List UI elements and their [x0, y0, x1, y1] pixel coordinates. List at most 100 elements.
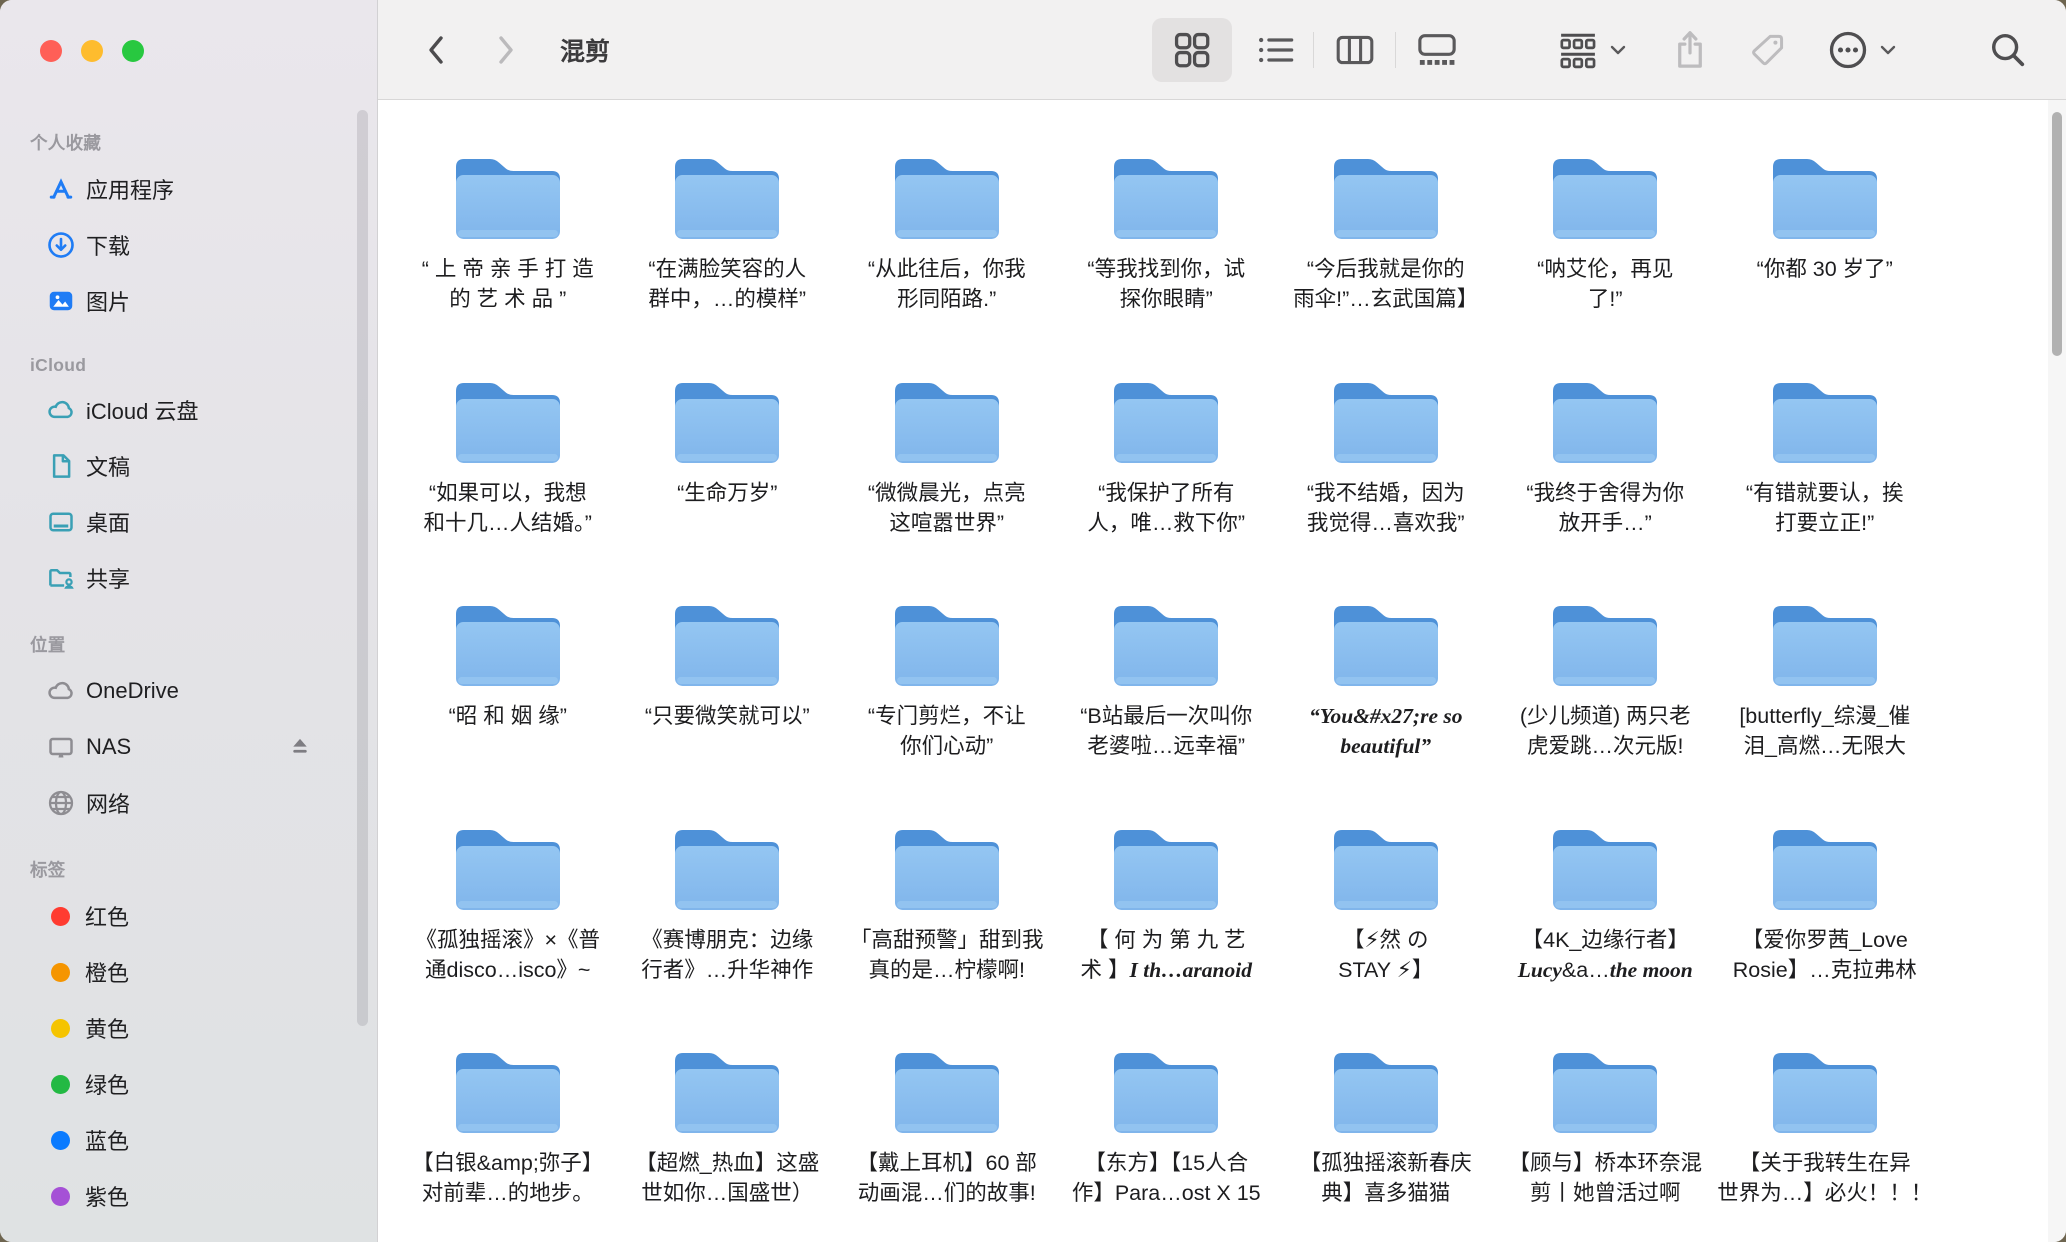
- folder-item[interactable]: 【顾与】桥本环奈混剪丨她曾活过啊: [1496, 1044, 1716, 1242]
- sidebar-item-onedrive-cloud[interactable]: OneDrive: [0, 663, 377, 719]
- group-by-button[interactable]: [1554, 0, 1602, 100]
- sidebar-item-desktop[interactable]: 桌面: [0, 494, 377, 550]
- list-view-icon: [1256, 30, 1296, 70]
- minimize-window-button[interactable]: [81, 40, 103, 62]
- sidebar-item-label: 红色: [85, 900, 129, 932]
- sidebar-item-shared-folder[interactable]: 共享: [0, 550, 377, 606]
- folder-name: 【关于我转生在异世界为…】必火！！！: [1717, 1148, 1932, 1208]
- folder-icon: [888, 597, 1006, 693]
- folder-icon: [668, 374, 786, 470]
- sidebar-item-icloud-drive[interactable]: iCloud 云盘: [0, 382, 377, 438]
- folder-name: “昭 和 姻 缘”: [449, 701, 567, 731]
- sidebar-item-network-globe[interactable]: 网络: [0, 775, 377, 831]
- folder-item[interactable]: “You&#x27;re sobeautiful”: [1276, 597, 1496, 821]
- folder-icon: [1327, 1044, 1445, 1140]
- sidebar-scrollbar[interactable]: [357, 110, 368, 1026]
- folder-item[interactable]: “我不结婚，因为我觉得…喜欢我”: [1276, 374, 1496, 598]
- folder-item[interactable]: “等我找到你，试探你眼睛”: [1057, 150, 1277, 374]
- folder-item[interactable]: 【爱你罗茜_LoveRosie】…克拉弗林: [1715, 821, 1935, 1045]
- folder-name: “从此往后，你我形同陌路.”: [868, 254, 1026, 314]
- tag-color-dot: [51, 907, 70, 926]
- more-actions-button[interactable]: [1824, 0, 1872, 100]
- folder-item[interactable]: “昭 和 姻 缘”: [398, 597, 618, 821]
- tag-color-dot: [51, 1131, 70, 1150]
- folder-name: (少儿频道) 两只老虎爱跳…次元版!: [1520, 701, 1691, 761]
- folder-item[interactable]: 【戴上耳机】60 部动画混…们的故事!: [837, 1044, 1057, 1242]
- folder-item[interactable]: “呐艾伦，再见了!”: [1496, 150, 1716, 374]
- sidebar-item-display[interactable]: NAS: [0, 719, 377, 775]
- folder-item[interactable]: “你都 30 岁了”: [1715, 150, 1935, 374]
- folder-name: “有错就要认，挨打要立正!”: [1746, 478, 1904, 538]
- folder-item[interactable]: 【孤独摇滚新春庆典】喜多猫猫: [1276, 1044, 1496, 1242]
- folder-item[interactable]: “我保护了所有人，唯…救下你”: [1057, 374, 1277, 598]
- sidebar-item-tag-绿色[interactable]: 绿色: [0, 1056, 377, 1112]
- tags-button[interactable]: [1744, 0, 1792, 100]
- sidebar-item-download[interactable]: 下载: [0, 217, 377, 273]
- folder-item[interactable]: “微微晨光，点亮这喧嚣世界”: [837, 374, 1057, 598]
- folder-item[interactable]: “专门剪烂，不让你们心动”: [837, 597, 1057, 821]
- sidebar-item-photos[interactable]: 图片: [0, 273, 377, 329]
- folder-item[interactable]: “从此往后，你我形同陌路.”: [837, 150, 1057, 374]
- sidebar-item-tag-蓝色[interactable]: 蓝色: [0, 1112, 377, 1168]
- sidebar-sections: 个人收藏应用程序下载图片iCloudiCloud 云盘文稿桌面共享位置OneDr…: [0, 104, 377, 1224]
- folder-name: “如果可以，我想和十几…人结婚。”: [424, 478, 592, 538]
- folder-item[interactable]: “在满脸笑容的人群中，…的模样”: [618, 150, 838, 374]
- content-scrollbar-thumb[interactable]: [2052, 112, 2062, 356]
- folder-item[interactable]: 【关于我转生在异世界为…】必火！！！: [1715, 1044, 1935, 1242]
- folder-item[interactable]: “我终于舍得为你放开手…”: [1496, 374, 1716, 598]
- folder-item[interactable]: 【东方】【15人合作】Para…ost X 15: [1057, 1044, 1277, 1242]
- tag-color-dot: [51, 963, 70, 982]
- icon-view-button[interactable]: [1152, 0, 1232, 100]
- sidebar-item-appstore[interactable]: 应用程序: [0, 161, 377, 217]
- share-button[interactable]: [1666, 0, 1714, 100]
- folder-item[interactable]: “B站最后一次叫你老婆啦…远幸福”: [1057, 597, 1277, 821]
- window-title: 混剪: [560, 0, 610, 100]
- close-window-button[interactable]: [40, 40, 62, 62]
- folder-item[interactable]: (少儿频道) 两只老虎爱跳…次元版!: [1496, 597, 1716, 821]
- onedrive-cloud-icon: [44, 674, 78, 708]
- folder-icon: [1766, 150, 1884, 246]
- sidebar-item-tag-黄色[interactable]: 黄色: [0, 1000, 377, 1056]
- folder-icon: [449, 821, 567, 917]
- sidebar-item-tag-紫色[interactable]: 紫色: [0, 1168, 377, 1224]
- folder-item[interactable]: 【超燃_热血】这盛世如你…国盛世）: [618, 1044, 838, 1242]
- toolbar-separator: [1395, 32, 1396, 68]
- group-by-chevron[interactable]: [1604, 0, 1632, 100]
- eject-icon[interactable]: [287, 734, 313, 760]
- folder-item[interactable]: [butterfly_综漫_催泪_高燃…无限大: [1715, 597, 1935, 821]
- folder-item[interactable]: 【4K_边缘行者】Lucy&a…the moon: [1496, 821, 1716, 1045]
- more-actions-chevron[interactable]: [1874, 0, 1902, 100]
- folder-item[interactable]: “生命万岁”: [618, 374, 838, 598]
- folder-item[interactable]: 「高甜预警」甜到我真的是…柠檬啊!: [837, 821, 1057, 1045]
- list-view-button[interactable]: [1236, 0, 1316, 100]
- sidebar-item-documents[interactable]: 文稿: [0, 438, 377, 494]
- sidebar-item-label: 紫色: [85, 1180, 129, 1212]
- folder-icon: [1107, 1044, 1225, 1140]
- folder-icon: [888, 150, 1006, 246]
- folder-item[interactable]: 【 何 为 第 九 艺术 】I th…aranoid: [1057, 821, 1277, 1045]
- folder-item[interactable]: 【白银&amp;弥子】对前辈…的地步。: [398, 1044, 618, 1242]
- folder-name: 【东方】【15人合作】Para…ost X 15: [1072, 1148, 1261, 1208]
- sidebar-item-tag-红色[interactable]: 红色: [0, 888, 377, 944]
- sidebar-item-label: NAS: [86, 734, 131, 760]
- column-view-button[interactable]: [1315, 0, 1395, 100]
- folder-name: “今后我就是你的雨伞!”…玄武国篇】: [1293, 254, 1478, 314]
- folder-name: “你都 30 岁了”: [1757, 254, 1893, 284]
- folder-item[interactable]: 《赛博朋克：边缘行者》…升华神作: [618, 821, 838, 1045]
- folder-name: 【 何 为 第 九 艺术 】I th…aranoid: [1081, 925, 1252, 985]
- zoom-window-button[interactable]: [122, 40, 144, 62]
- sidebar-item-tag-橙色[interactable]: 橙色: [0, 944, 377, 1000]
- folder-item[interactable]: 《孤独摇滚》×《普通disco…isco》~: [398, 821, 618, 1045]
- download-icon: [44, 228, 78, 262]
- folder-item[interactable]: “如果可以，我想和十几…人结婚。”: [398, 374, 618, 598]
- folder-item[interactable]: “ 上 帝 亲 手 打 造的 艺 术 品 ”: [398, 150, 618, 374]
- search-button[interactable]: [1984, 0, 2032, 100]
- back-button[interactable]: [416, 0, 456, 100]
- gallery-view-button[interactable]: [1397, 0, 1477, 100]
- forward-button[interactable]: [486, 0, 526, 100]
- folder-item[interactable]: “只要微笑就可以”: [618, 597, 838, 821]
- folder-item[interactable]: “有错就要认，挨打要立正!”: [1715, 374, 1935, 598]
- folder-item[interactable]: 【⚡然 のSTAY ⚡】: [1276, 821, 1496, 1045]
- folder-item[interactable]: “今后我就是你的雨伞!”…玄武国篇】: [1276, 150, 1496, 374]
- sidebar: 个人收藏应用程序下载图片iCloudiCloud 云盘文稿桌面共享位置OneDr…: [0, 0, 378, 1242]
